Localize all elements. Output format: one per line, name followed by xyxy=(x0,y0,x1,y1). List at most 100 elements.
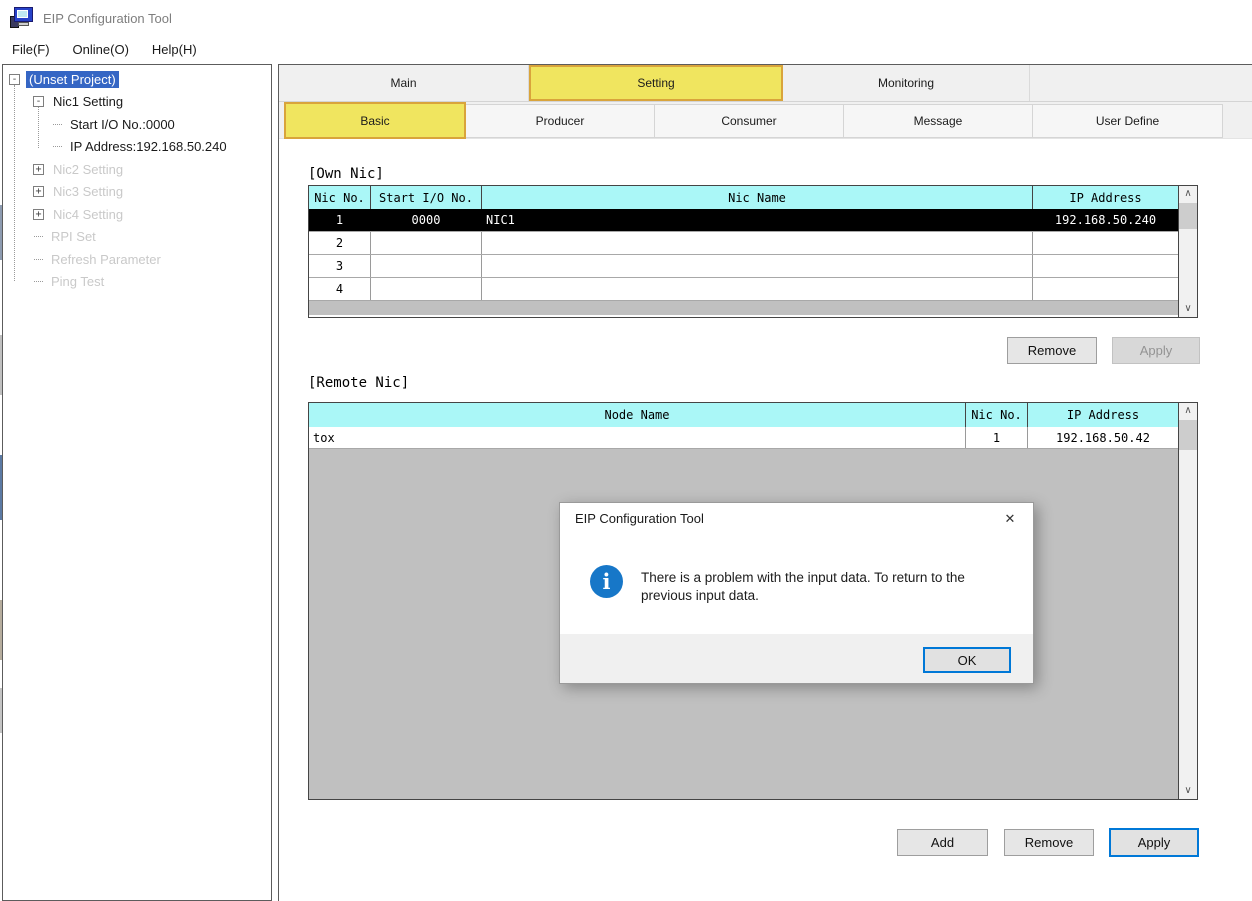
cell-nic-no: 3 xyxy=(309,255,371,277)
own-nic-row-4[interactable]: 4 xyxy=(309,278,1197,301)
tree-item-unset-project[interactable]: - (Unset Project) xyxy=(9,69,119,89)
own-nic-scrollbar[interactable]: ∧ ∨ xyxy=(1178,186,1197,317)
own-nic-remove-button[interactable]: Remove xyxy=(1007,337,1097,364)
tree-item-label: Ping Test xyxy=(48,273,107,290)
scroll-up-icon[interactable]: ∧ xyxy=(1179,186,1197,202)
tab-message[interactable]: Message xyxy=(844,104,1033,138)
remote-nic-row-1[interactable]: tox 1 192.168.50.42 xyxy=(309,427,1197,449)
sub-tab-bar: Basic Producer Consumer Message User Def… xyxy=(279,102,1252,139)
tree-item-label: Start I/O No.:0000 xyxy=(67,116,178,133)
table-filler xyxy=(309,301,1197,315)
tree-item-ping-test[interactable]: Ping Test xyxy=(34,271,107,291)
cell-nic-name xyxy=(482,232,1033,254)
main-tab-bar: Main Setting Monitoring xyxy=(279,65,1252,102)
settings-panel: Main Setting Monitoring Basic Producer C… xyxy=(278,64,1252,901)
scroll-up-icon[interactable]: ∧ xyxy=(1179,403,1197,419)
cell-node-name: tox xyxy=(309,427,966,448)
scrollbar-thumb[interactable] xyxy=(1179,203,1197,229)
column-header-node-name: Node Name xyxy=(309,403,966,427)
cell-ip-address: 192.168.50.42 xyxy=(1028,427,1178,448)
info-icon: i xyxy=(590,565,623,598)
tree-item-label: Nic1 Setting xyxy=(50,93,126,110)
cell-ip-address xyxy=(1033,232,1178,254)
title-bar: EIP Configuration Tool xyxy=(0,0,1252,36)
own-nic-row-3[interactable]: 3 xyxy=(309,255,1197,278)
tree-stub-line xyxy=(53,124,62,125)
tab-consumer[interactable]: Consumer xyxy=(655,104,844,138)
tab-monitoring[interactable]: Monitoring xyxy=(783,65,1030,101)
message-dialog: EIP Configuration Tool ✕ i There is a pr… xyxy=(559,502,1034,684)
tree-item-nic1-setting[interactable]: - Nic1 Setting xyxy=(33,91,126,111)
tree-item-start-io[interactable]: Start I/O No.:0000 xyxy=(53,114,178,134)
dialog-close-icon[interactable]: ✕ xyxy=(989,505,1031,532)
tab-bar-filler xyxy=(1030,65,1252,101)
remote-nic-remove-button[interactable]: Remove xyxy=(1004,829,1094,856)
tree-item-refresh-parameter[interactable]: Refresh Parameter xyxy=(34,249,164,269)
remote-nic-add-button[interactable]: Add xyxy=(897,829,988,856)
tree-item-nic2-setting[interactable]: + Nic2 Setting xyxy=(33,159,126,179)
cell-nic-name xyxy=(482,278,1033,300)
cell-start-io xyxy=(371,255,482,277)
cell-nic-no: 1 xyxy=(966,427,1028,448)
dialog-ok-button[interactable]: OK xyxy=(923,647,1011,673)
tree-item-nic4-setting[interactable]: + Nic4 Setting xyxy=(33,204,126,224)
tree-expand-icon[interactable]: + xyxy=(33,186,44,197)
tree-stub-line xyxy=(34,236,43,237)
cell-nic-name xyxy=(482,255,1033,277)
cell-nic-no: 2 xyxy=(309,232,371,254)
cell-nic-no: 1 xyxy=(309,209,371,231)
menu-bar: File(F) Online(O) Help(H) xyxy=(0,36,1252,63)
tab-basic[interactable]: Basic xyxy=(284,102,466,139)
scrollbar-thumb[interactable] xyxy=(1179,420,1197,450)
tab-user-define[interactable]: User Define xyxy=(1033,104,1223,138)
tab-setting[interactable]: Setting xyxy=(529,65,783,101)
tree-connector-line xyxy=(38,107,39,148)
menu-online[interactable]: Online(O) xyxy=(71,39,131,60)
tree-expand-icon[interactable]: + xyxy=(33,209,44,220)
tree-connector-line xyxy=(14,85,15,281)
own-nic-section-label: [Own Nic] xyxy=(308,166,384,182)
own-nic-header-row: Nic No. Start I/O No. Nic Name IP Addres… xyxy=(309,186,1197,209)
cell-nic-name: NIC1 xyxy=(482,209,1033,231)
cell-ip-address xyxy=(1033,278,1178,300)
tree-item-label: Nic2 Setting xyxy=(50,161,126,178)
tree-item-ip-address[interactable]: IP Address:192.168.50.240 xyxy=(53,136,230,156)
scroll-down-icon[interactable]: ∨ xyxy=(1179,301,1197,317)
tree-item-nic3-setting[interactable]: + Nic3 Setting xyxy=(33,181,126,201)
tab-main[interactable]: Main xyxy=(279,65,529,101)
cell-nic-no: 4 xyxy=(309,278,371,300)
project-tree-panel: - (Unset Project) - Nic1 Setting Start I… xyxy=(2,64,272,901)
remote-nic-apply-button[interactable]: Apply xyxy=(1109,828,1199,857)
tab-bar-filler xyxy=(1223,102,1252,138)
tab-producer[interactable]: Producer xyxy=(466,104,655,138)
dialog-title-bar: EIP Configuration Tool xyxy=(560,503,1033,533)
own-nic-apply-button[interactable]: Apply xyxy=(1112,337,1200,364)
tree-item-label: IP Address:192.168.50.240 xyxy=(67,138,230,155)
window-title: EIP Configuration Tool xyxy=(43,11,172,26)
cell-start-io xyxy=(371,232,482,254)
own-nic-row-1[interactable]: 1 0000 NIC1 192.168.50.240 xyxy=(309,209,1197,232)
cell-ip-address xyxy=(1033,255,1178,277)
remote-nic-scrollbar[interactable]: ∧ ∨ xyxy=(1178,403,1197,799)
dialog-title: EIP Configuration Tool xyxy=(575,511,704,526)
column-header-nic-no: Nic No. xyxy=(966,403,1028,427)
menu-file[interactable]: File(F) xyxy=(10,39,52,60)
column-header-nic-no: Nic No. xyxy=(309,186,371,209)
menu-help[interactable]: Help(H) xyxy=(150,39,199,60)
remote-nic-section-label: [Remote Nic] xyxy=(308,375,409,391)
cell-start-io: 0000 xyxy=(371,209,482,231)
tree-collapse-icon[interactable]: - xyxy=(9,74,20,85)
column-header-start-io: Start I/O No. xyxy=(371,186,482,209)
column-header-ip-address: IP Address xyxy=(1033,186,1178,209)
scroll-down-icon[interactable]: ∨ xyxy=(1179,783,1197,799)
tree-item-label: Nic3 Setting xyxy=(50,183,126,200)
column-header-ip-address: IP Address xyxy=(1028,403,1178,427)
own-nic-row-2[interactable]: 2 xyxy=(309,232,1197,255)
tree-stub-line xyxy=(34,259,43,260)
tree-item-label: Nic4 Setting xyxy=(50,206,126,223)
app-icon xyxy=(10,7,34,29)
tree-expand-icon[interactable]: + xyxy=(33,164,44,175)
tree-item-rpi-set[interactable]: RPI Set xyxy=(34,226,99,246)
app-window: EIP Configuration Tool File(F) Online(O)… xyxy=(0,0,1252,901)
tree-collapse-icon[interactable]: - xyxy=(33,96,44,107)
